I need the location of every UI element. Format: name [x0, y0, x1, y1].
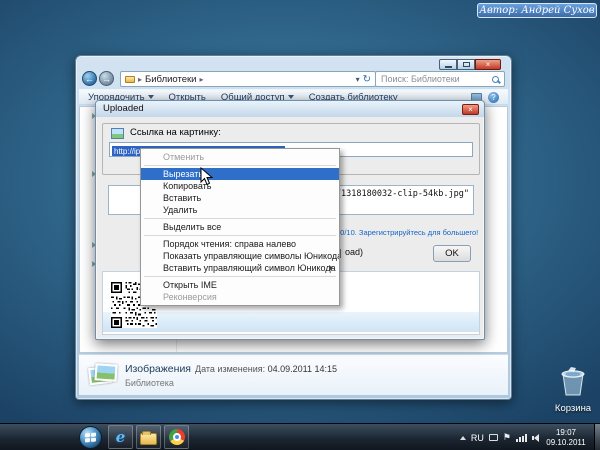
- search-icon: [492, 76, 499, 83]
- link-label: Ссылка на картинку:: [130, 127, 221, 138]
- clock-date: 09.10.2011: [544, 438, 588, 448]
- breadcrumb-arrow-icon: ▸: [200, 75, 204, 84]
- dialog-titlebar[interactable]: Uploaded: [96, 101, 484, 117]
- promo-link[interactable]: 10/10. Зарегистрируйтесь для большего!: [336, 228, 478, 237]
- checkbox-label: oad): [345, 247, 363, 257]
- breadcrumb-arrow-icon: ▸: [138, 75, 142, 84]
- maximize-button[interactable]: [457, 59, 475, 70]
- menu-item-show-unicode-controls[interactable]: Показать управляющие символы Юникода: [141, 250, 339, 262]
- chevron-down-icon: [288, 95, 294, 99]
- menu-item-cut[interactable]: Вырезать: [141, 168, 339, 180]
- dialog-close-button[interactable]: ×: [462, 104, 479, 115]
- modified-label: Дата изменения:: [195, 364, 265, 374]
- minimize-button[interactable]: [439, 59, 457, 70]
- show-desktop-button[interactable]: [594, 424, 600, 450]
- address-bar[interactable]: ▸ Библиотеки ▸ ▾ ↻: [120, 71, 376, 87]
- window-controls: ×: [439, 59, 501, 70]
- breadcrumb[interactable]: Библиотеки: [145, 74, 196, 85]
- clock[interactable]: 19:07 09.10.2011: [544, 428, 588, 447]
- dialog-title: Uploaded: [103, 103, 144, 114]
- submenu-arrow-icon: [329, 265, 333, 271]
- menu-item-label: Отменить: [163, 152, 204, 162]
- chrome-icon: [169, 429, 185, 445]
- item-type: Библиотека: [125, 378, 174, 388]
- menu-separator: [144, 235, 336, 236]
- system-tray: RU ⚑ 19:07 09.10.2011: [460, 424, 588, 450]
- menu-item-delete[interactable]: Удалить: [141, 204, 339, 216]
- context-menu: Отменить Вырезать Копировать Вставить Уд…: [140, 148, 340, 306]
- language-indicator[interactable]: RU: [471, 433, 484, 443]
- desktop: Автор: Андрей Сухов × ← → ▸ Библиотеки ▸…: [0, 0, 600, 450]
- menu-item-label: Открыть IME: [163, 280, 217, 290]
- folder-icon: [140, 433, 157, 445]
- hidden-icons-chevron[interactable]: [460, 436, 466, 440]
- internet-explorer-icon: e: [116, 428, 126, 446]
- menu-item-label: Показать управляющие символы Юникода: [163, 251, 339, 261]
- menu-separator: [144, 218, 336, 219]
- menu-item-paste[interactable]: Вставить: [141, 192, 339, 204]
- keyboard-icon[interactable]: [489, 434, 498, 441]
- menu-separator: [144, 276, 336, 277]
- bottom-strip: [103, 312, 479, 332]
- ok-button[interactable]: OK: [433, 245, 471, 262]
- modified-value: 04.09.2011 14:15: [268, 364, 337, 374]
- menu-item-label: Вставить управляющий символ Юникода: [163, 263, 336, 273]
- minimize-icon: [445, 66, 452, 68]
- clock-time: 19:07: [544, 428, 588, 438]
- mouse-cursor: [200, 167, 213, 186]
- maximize-icon: [463, 62, 470, 67]
- menu-item-label: Выделить все: [163, 222, 221, 232]
- menu-item-undo: Отменить: [141, 151, 339, 163]
- close-button[interactable]: ×: [475, 59, 501, 70]
- taskbar-apps: e: [108, 425, 189, 449]
- menu-separator: [144, 165, 336, 166]
- chevron-down-icon: [148, 95, 154, 99]
- back-button[interactable]: ←: [82, 71, 97, 86]
- search-placeholder: Поиск: Библиотеки: [381, 74, 460, 84]
- navigation-bar: ← → ▸ Библиотеки ▸ ▾ ↻ Поиск: Библиотеки: [82, 70, 505, 87]
- recycle-bin-icon: [558, 365, 588, 397]
- pictures-library-icon: [89, 361, 119, 389]
- refresh-icon[interactable]: ↻: [363, 74, 371, 85]
- action-center-flag-icon[interactable]: ⚑: [503, 433, 511, 442]
- recycle-bin[interactable]: Корзина: [552, 365, 594, 414]
- details-pane: Изображения Дата изменения: 04.09.2011 1…: [79, 354, 508, 395]
- taskbar-explorer[interactable]: [136, 425, 161, 449]
- menu-item-label: Вставить: [163, 193, 201, 203]
- menu-item-select-all[interactable]: Выделить все: [141, 221, 339, 233]
- forward-button[interactable]: →: [99, 71, 114, 86]
- recycle-bin-label: Корзина: [552, 403, 594, 414]
- menu-item-copy[interactable]: Копировать: [141, 180, 339, 192]
- folder-icon: [125, 76, 135, 83]
- selected-item-name: Изображения: [125, 363, 191, 375]
- menu-item-label: Вырезать: [163, 169, 203, 179]
- modified-info: Дата изменения: 04.09.2011 14:15: [195, 364, 337, 374]
- help-icon[interactable]: ?: [488, 92, 499, 103]
- menu-item-reading-order[interactable]: Порядок чтения: справа налево: [141, 238, 339, 250]
- network-icon[interactable]: [516, 434, 527, 442]
- start-button[interactable]: [79, 426, 102, 449]
- menu-item-open-ime[interactable]: Открыть IME: [141, 279, 339, 291]
- menu-item-reconversion: Реконверсия: [141, 291, 339, 303]
- menu-item-label: Порядок чтения: справа налево: [163, 239, 296, 249]
- windows-flag-icon: [85, 432, 96, 443]
- image-icon: [111, 128, 124, 139]
- author-badge: Автор: Андрей Сухов: [477, 3, 597, 18]
- history-dropdown-icon[interactable]: ▾: [356, 75, 360, 84]
- volume-icon[interactable]: [532, 434, 539, 442]
- taskbar-chrome[interactable]: [164, 425, 189, 449]
- taskbar-internet-explorer[interactable]: e: [108, 425, 133, 449]
- photo-icon: [94, 363, 117, 381]
- taskbar: e RU ⚑ 19:07 09.10.2011: [0, 423, 600, 450]
- search-box[interactable]: Поиск: Библиотеки: [375, 71, 505, 87]
- menu-item-insert-unicode-control[interactable]: Вставить управляющий символ Юникода: [141, 262, 339, 274]
- menu-item-label: Реконверсия: [163, 292, 217, 302]
- menu-item-label: Удалить: [163, 205, 197, 215]
